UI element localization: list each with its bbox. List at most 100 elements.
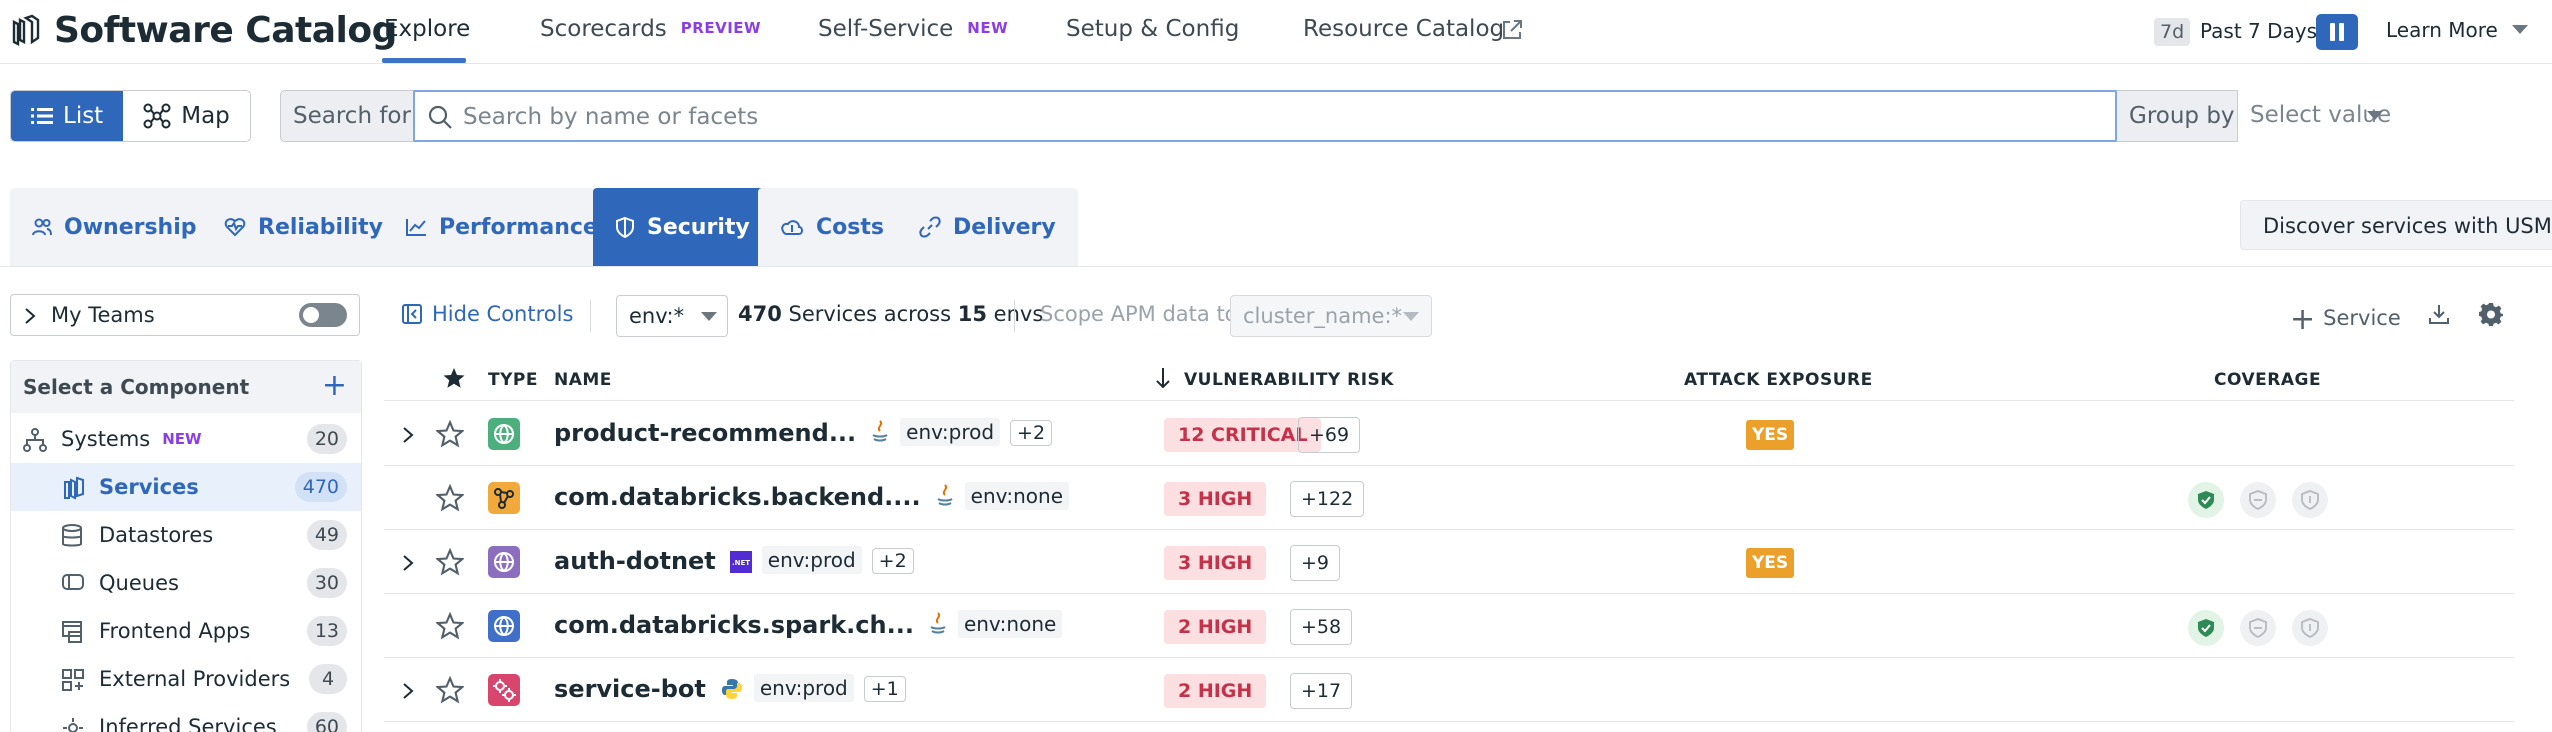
- pause-button[interactable]: [2316, 14, 2358, 50]
- column-header-vulnerability-risk[interactable]: VULNERABILITY RISK: [1184, 370, 1394, 390]
- nav-tab-resource-catalog[interactable]: Resource Catalog: [1303, 16, 1504, 42]
- my-teams-filter[interactable]: My Teams: [10, 294, 360, 336]
- external-link-icon: [1500, 18, 1524, 42]
- table-row[interactable]: com.databricks.spark.ch... env:none 2 HIG…: [384, 594, 2514, 658]
- my-teams-toggle[interactable]: [299, 303, 347, 327]
- env-tag: env:none: [964, 482, 1070, 510]
- service-name: auth-dotnet .NET env:prod +2: [554, 546, 914, 575]
- column-header-attack-exposure[interactable]: ATTACK EXPOSURE: [1684, 370, 1873, 390]
- divider: [1014, 300, 1015, 332]
- java-icon: [870, 419, 890, 445]
- vulnerability-more[interactable]: +9: [1290, 545, 1341, 581]
- env-more-tag[interactable]: +2: [1010, 420, 1053, 446]
- divider: [590, 300, 591, 332]
- chevron-down-icon: [1403, 312, 1419, 321]
- tab-security[interactable]: Security: [593, 188, 772, 266]
- tab-ownership[interactable]: Ownership: [10, 188, 219, 266]
- sidebar-item-datastores[interactable]: Datastores 49: [11, 511, 361, 559]
- time-range-short[interactable]: 7d: [2154, 18, 2191, 46]
- env-more-tag[interactable]: +1: [863, 676, 906, 702]
- map-view-button[interactable]: Map: [123, 91, 250, 141]
- column-header-coverage[interactable]: COVERAGE: [2214, 370, 2321, 390]
- group-by-label: Group by: [2129, 103, 2235, 129]
- search-icon: [427, 104, 453, 130]
- favorite-column-star-icon[interactable]: [442, 366, 466, 390]
- tab-performance[interactable]: Performance: [383, 188, 620, 266]
- tabs-divider: [0, 266, 2552, 267]
- queue-icon: [61, 572, 85, 592]
- learn-more-dropdown[interactable]: Learn More: [2386, 18, 2529, 42]
- scope-apm-select[interactable]: cluster_name:*: [1230, 295, 1432, 337]
- sidebar-item-systems[interactable]: Systems NEW 20: [11, 415, 361, 463]
- nav-tab-explore[interactable]: Explore: [384, 16, 470, 42]
- map-icon: [143, 103, 171, 129]
- star-icon[interactable]: [436, 676, 464, 704]
- coverage-disabled-icon: [2240, 482, 2276, 518]
- view-toggle: List Map: [10, 90, 251, 142]
- vulnerability-badge[interactable]: 3 HIGH: [1164, 546, 1267, 580]
- nav-tab-self-service[interactable]: Self-Service NEW: [818, 16, 1008, 42]
- download-icon[interactable]: [2427, 302, 2451, 326]
- vulnerability-more[interactable]: +69: [1298, 417, 1361, 453]
- star-icon[interactable]: [436, 548, 464, 576]
- coverage-enabled-icon: [2188, 610, 2224, 646]
- queues-count: 30: [306, 568, 347, 598]
- table-row[interactable]: service-bot env:prod +1 2 HIGH +17: [384, 658, 2514, 722]
- dotnet-icon: .NET: [729, 551, 752, 573]
- table-row[interactable]: auth-dotnet .NET env:prod +2 3 HIGH +9 YES: [384, 530, 2514, 594]
- java-icon: [928, 611, 948, 637]
- vulnerability-more[interactable]: +122: [1290, 481, 1365, 517]
- hierarchy-icon: [23, 428, 47, 452]
- sidebar-item-frontend-apps[interactable]: Frontend Apps 13: [11, 607, 361, 655]
- tab-reliability[interactable]: Reliability: [202, 188, 406, 266]
- plus-icon: +: [2290, 302, 2316, 337]
- globe-icon: [488, 418, 520, 450]
- env-more-tag[interactable]: +2: [871, 548, 914, 574]
- search-input[interactable]: [463, 102, 2083, 132]
- nav-tab-scorecards[interactable]: Scorecards PREVIEW: [540, 16, 761, 42]
- globe-icon: [488, 610, 520, 642]
- providers-icon: [61, 668, 85, 692]
- vulnerability-badge[interactable]: 2 HIGH: [1164, 610, 1267, 644]
- column-header-name[interactable]: NAME: [554, 370, 612, 390]
- list-view-button[interactable]: List: [11, 91, 124, 141]
- vulnerability-more[interactable]: +58: [1290, 609, 1353, 645]
- service-name: com.databricks.spark.ch... env:none: [554, 610, 1063, 639]
- sidebar-item-inferred-services[interactable]: Inferred Services 60: [11, 703, 361, 732]
- scope-apm-label: Scope APM data to:: [1040, 302, 1245, 326]
- sidebar-item-services[interactable]: Services 470: [11, 463, 361, 511]
- vulnerability-badge[interactable]: 2 HIGH: [1164, 674, 1267, 708]
- chevron-down-icon: [2512, 25, 2529, 34]
- coverage-enabled-icon: [2188, 482, 2224, 518]
- list-icon: [31, 106, 53, 126]
- vulnerability-badge[interactable]: 3 HIGH: [1164, 482, 1267, 516]
- table-row[interactable]: com.databricks.backend.... env:none 3 HIG…: [384, 466, 2514, 530]
- line-chart-icon: [405, 217, 427, 237]
- star-icon[interactable]: [436, 612, 464, 640]
- chevron-right-icon[interactable]: [402, 682, 414, 700]
- star-icon[interactable]: [436, 420, 464, 448]
- group-by-select[interactable]: Select value: [2237, 90, 2393, 142]
- add-service-button[interactable]: + Service: [2290, 302, 2401, 337]
- tab-costs[interactable]: Costs: [758, 188, 906, 266]
- service-name: service-bot env:prod +1: [554, 674, 906, 703]
- env-tag: env:prod: [900, 418, 1001, 446]
- tab-delivery[interactable]: Delivery: [897, 188, 1078, 266]
- chevron-right-icon[interactable]: [402, 554, 414, 572]
- star-icon[interactable]: [436, 484, 464, 512]
- column-header-type[interactable]: TYPE: [488, 370, 538, 390]
- sidebar-item-queues[interactable]: Queues 30: [11, 559, 361, 607]
- table-row[interactable]: product-recommend... env:prod +2 12 CRITIC…: [384, 402, 2514, 466]
- time-range-label[interactable]: Past 7 Days: [2200, 19, 2317, 43]
- nav-tab-setup-config[interactable]: Setup & Config: [1066, 16, 1239, 42]
- add-component-button[interactable]: +: [322, 371, 347, 401]
- sidebar-item-external-providers[interactable]: External Providers 4: [11, 655, 361, 703]
- hide-controls-button[interactable]: Hide Controls: [402, 302, 573, 326]
- discover-services-button[interactable]: Discover services with USM: [2240, 200, 2552, 250]
- sort-desc-icon[interactable]: [1154, 366, 1172, 390]
- gear-icon[interactable]: [2479, 302, 2503, 326]
- vulnerability-more[interactable]: +17: [1290, 673, 1353, 709]
- env-tag: env:prod: [753, 674, 854, 702]
- env-select[interactable]: env:*: [616, 295, 728, 337]
- chevron-right-icon[interactable]: [402, 426, 414, 444]
